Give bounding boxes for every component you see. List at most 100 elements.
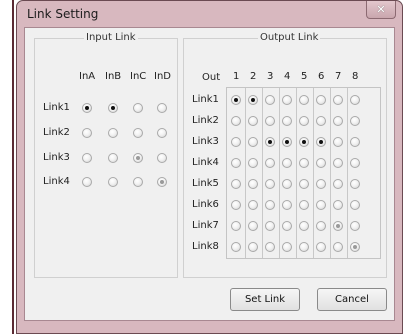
output-grid-separator: [330, 88, 331, 258]
output-radio-link8-4[interactable]: [282, 242, 292, 252]
output-radio-link5-2[interactable]: [248, 179, 258, 189]
output-radio-link1-7[interactable]: [333, 95, 343, 105]
output-radio-link1-4[interactable]: [282, 95, 292, 105]
output-radio-link6-4[interactable]: [282, 200, 292, 210]
output-corner-label: Out: [202, 72, 221, 83]
input-radio-link3-ind[interactable]: [157, 153, 167, 163]
input-radio-link3-inb[interactable]: [108, 153, 118, 163]
output-radio-link3-8[interactable]: [350, 137, 360, 147]
close-icon: ✕: [376, 3, 386, 16]
output-radio-link6-8[interactable]: [350, 200, 360, 210]
close-button[interactable]: ✕: [366, 1, 396, 19]
input-radio-link4-ina[interactable]: [82, 177, 92, 187]
set-link-button[interactable]: Set Link: [230, 288, 300, 311]
output-radio-link2-5[interactable]: [299, 116, 309, 126]
input-radio-link1-ind[interactable]: [157, 103, 167, 113]
input-radio-link2-inb[interactable]: [108, 128, 118, 138]
output-radio-link8-1[interactable]: [231, 242, 241, 252]
output-radio-link6-7[interactable]: [333, 200, 343, 210]
output-radio-link6-3[interactable]: [265, 200, 275, 210]
output-radio-link2-6[interactable]: [316, 116, 326, 126]
output-grid-separator: [262, 88, 263, 258]
output-radio-link5-7[interactable]: [333, 179, 343, 189]
output-radio-link4-7[interactable]: [333, 158, 343, 168]
output-radio-link7-6[interactable]: [316, 221, 326, 231]
cancel-button[interactable]: Cancel: [317, 288, 387, 311]
output-grid-separator: [279, 88, 280, 258]
input-column-header-inb: InB: [105, 71, 122, 82]
output-radio-link1-6[interactable]: [316, 95, 326, 105]
output-radio-link1-5[interactable]: [299, 95, 309, 105]
output-radio-link7-5[interactable]: [299, 221, 309, 231]
output-radio-link6-2[interactable]: [248, 200, 258, 210]
output-radio-link5-3[interactable]: [265, 179, 275, 189]
output-radio-link3-1[interactable]: [231, 137, 241, 147]
output-radio-link4-2[interactable]: [248, 158, 258, 168]
output-radio-link3-4[interactable]: [282, 137, 292, 147]
output-radio-link2-4[interactable]: [282, 116, 292, 126]
output-radio-link8-6[interactable]: [316, 242, 326, 252]
output-grid-separator: [296, 88, 297, 258]
input-radio-link2-inc[interactable]: [133, 128, 143, 138]
output-radio-link4-8[interactable]: [350, 158, 360, 168]
output-radio-link4-1[interactable]: [231, 158, 241, 168]
output-row-label-link6: Link6: [192, 199, 219, 210]
output-radio-link6-5[interactable]: [299, 200, 309, 210]
output-radio-link3-5[interactable]: [299, 137, 309, 147]
output-radio-link2-3[interactable]: [265, 116, 275, 126]
output-column-header-6: 6: [318, 71, 325, 82]
output-radio-link8-3[interactable]: [265, 242, 275, 252]
input-radio-link3-inc[interactable]: [133, 153, 143, 163]
output-link-group-title: Output Link: [258, 32, 321, 43]
output-grid-frame: [226, 87, 381, 259]
output-radio-link5-6[interactable]: [316, 179, 326, 189]
output-radio-link7-8[interactable]: [350, 221, 360, 231]
output-radio-link4-6[interactable]: [316, 158, 326, 168]
output-radio-link3-2[interactable]: [248, 137, 258, 147]
output-row-label-link8: Link8: [192, 241, 219, 252]
output-radio-link5-5[interactable]: [299, 179, 309, 189]
output-grid-separator: [347, 88, 348, 258]
input-radio-link2-ind[interactable]: [157, 128, 167, 138]
output-radio-link5-4[interactable]: [282, 179, 292, 189]
output-radio-link1-3[interactable]: [265, 95, 275, 105]
output-radio-link7-3[interactable]: [265, 221, 275, 231]
output-radio-link4-4[interactable]: [282, 158, 292, 168]
output-radio-link7-2[interactable]: [248, 221, 258, 231]
input-radio-link3-ina[interactable]: [82, 153, 92, 163]
output-radio-link4-5[interactable]: [299, 158, 309, 168]
output-radio-link6-6[interactable]: [316, 200, 326, 210]
output-radio-link3-3[interactable]: [265, 137, 275, 147]
input-radio-link4-inb[interactable]: [108, 177, 118, 187]
input-column-header-inc: InC: [130, 71, 147, 82]
output-radio-link8-2[interactable]: [248, 242, 258, 252]
output-radio-link5-1[interactable]: [231, 179, 241, 189]
output-radio-link2-2[interactable]: [248, 116, 258, 126]
input-radio-link2-ina[interactable]: [82, 128, 92, 138]
input-radio-link1-inb[interactable]: [108, 103, 118, 113]
output-radio-link8-5[interactable]: [299, 242, 309, 252]
output-row-label-link5: Link5: [192, 178, 219, 189]
output-radio-link4-3[interactable]: [265, 158, 275, 168]
output-radio-link2-1[interactable]: [231, 116, 241, 126]
input-radio-link4-ind[interactable]: [157, 177, 167, 187]
output-radio-link7-1[interactable]: [231, 221, 241, 231]
output-radio-link7-7[interactable]: [333, 221, 343, 231]
output-radio-link8-8[interactable]: [350, 242, 360, 252]
title-bar[interactable]: Link Setting ✕: [17, 1, 402, 27]
output-radio-link2-7[interactable]: [333, 116, 343, 126]
output-radio-link5-8[interactable]: [350, 179, 360, 189]
link-setting-dialog: Link Setting ✕ Input Link InA InB InC InD Li…: [16, 0, 403, 334]
input-radio-link4-inc[interactable]: [133, 177, 143, 187]
output-radio-link3-7[interactable]: [333, 137, 343, 147]
output-radio-link6-1[interactable]: [231, 200, 241, 210]
output-radio-link8-7[interactable]: [333, 242, 343, 252]
output-radio-link1-2[interactable]: [248, 95, 258, 105]
output-radio-link3-6[interactable]: [316, 137, 326, 147]
input-radio-link1-ina[interactable]: [82, 103, 92, 113]
output-radio-link2-8[interactable]: [350, 116, 360, 126]
output-radio-link1-1[interactable]: [231, 95, 241, 105]
output-radio-link7-4[interactable]: [282, 221, 292, 231]
output-radio-link1-8[interactable]: [350, 95, 360, 105]
input-radio-link1-inc[interactable]: [133, 103, 143, 113]
